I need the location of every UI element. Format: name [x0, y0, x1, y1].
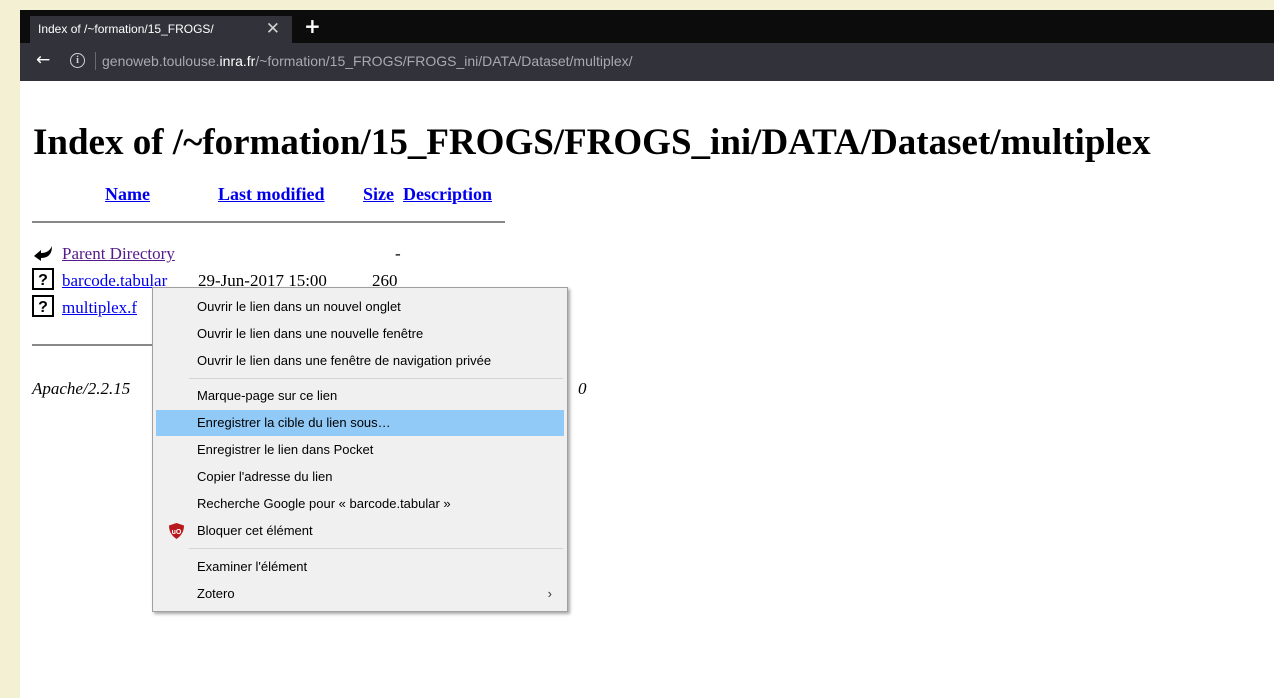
- menu-save-link-as[interactable]: Enregistrer la cible du lien sous…: [156, 410, 564, 436]
- url-prefix: genoweb.toulouse.: [102, 53, 220, 69]
- unknown-file-icon: ?: [32, 295, 54, 317]
- navigation-bar: ← i genoweb.toulouse.inra.fr/~formation/…: [20, 43, 1274, 81]
- url-path: /~formation/15_FROGS/FROGS_ini/DATA/Data…: [255, 53, 633, 69]
- header-rule: [32, 221, 505, 223]
- parent-directory-link[interactable]: Parent Directory: [62, 244, 175, 264]
- menu-open-private-window[interactable]: Ouvrir le lien dans une fenêtre de navig…: [156, 348, 564, 374]
- menu-separator: [189, 548, 563, 549]
- menu-bookmark-link[interactable]: Marque-page sur ce lien: [156, 383, 564, 409]
- menu-label: Enregistrer le lien dans Pocket: [197, 442, 374, 457]
- menu-label: Recherche Google pour « barcode.tabular …: [197, 496, 451, 511]
- chevron-right-icon: ›: [547, 586, 552, 601]
- url-host: inra.fr: [219, 53, 256, 69]
- svg-text:?: ?: [38, 299, 48, 316]
- menu-google-search[interactable]: Recherche Google pour « barcode.tabular …: [156, 491, 564, 517]
- url-separator: [95, 52, 96, 70]
- menu-open-new-window[interactable]: Ouvrir le lien dans une nouvelle fenêtre: [156, 321, 564, 347]
- server-signature-text: Apache/2.2.15: [32, 379, 131, 398]
- menu-label: Ouvrir le lien dans un nouvel onglet: [197, 299, 401, 314]
- url-bar[interactable]: genoweb.toulouse.inra.fr/~formation/15_F…: [102, 53, 633, 69]
- menu-label: Copier l'adresse du lien: [197, 469, 333, 484]
- menu-label: Bloquer cet élément: [197, 523, 313, 538]
- svg-text:uO: uO: [172, 529, 182, 536]
- menu-label: Zotero: [197, 586, 235, 601]
- site-info-icon[interactable]: i: [70, 53, 85, 68]
- back-icon: [34, 246, 52, 261]
- column-description-link[interactable]: Description: [403, 184, 492, 205]
- svg-text:?: ?: [38, 272, 48, 289]
- menu-label: Enregistrer la cible du lien sous…: [197, 415, 391, 430]
- menu-separator: [189, 378, 563, 379]
- menu-label: Examiner l'élément: [197, 559, 308, 574]
- unknown-file-icon: ?: [32, 268, 54, 290]
- server-signature-tail: 0: [578, 379, 587, 398]
- page-title: Index of /~formation/15_FROGS/FROGS_ini/…: [33, 122, 1151, 163]
- menu-block-element[interactable]: uO Bloquer cet élément: [156, 518, 564, 544]
- server-signature: Apache/2.2.15 0: [32, 379, 587, 399]
- menu-open-new-tab[interactable]: Ouvrir le lien dans un nouvel onglet: [156, 294, 564, 320]
- context-menu: Ouvrir le lien dans un nouvel onglet Ouv…: [152, 287, 568, 612]
- tab-title: Index of /~formation/15_FROGS/: [38, 22, 214, 36]
- menu-zotero[interactable]: Zotero ›: [156, 581, 564, 607]
- menu-label: Ouvrir le lien dans une fenêtre de navig…: [197, 353, 492, 368]
- back-button[interactable]: ←: [36, 50, 50, 70]
- menu-copy-link[interactable]: Copier l'adresse du lien: [156, 464, 564, 490]
- menu-inspect-element[interactable]: Examiner l'élément: [156, 554, 564, 580]
- new-tab-button[interactable]: +: [304, 14, 321, 38]
- menu-save-to-pocket[interactable]: Enregistrer le lien dans Pocket: [156, 437, 564, 463]
- tab-active[interactable]: Index of /~formation/15_FROGS/ ✕: [30, 16, 292, 43]
- column-last-modified-link[interactable]: Last modified: [218, 184, 325, 205]
- multiplex-file-link[interactable]: multiplex.f: [62, 298, 137, 318]
- column-size-link[interactable]: Size: [363, 184, 394, 205]
- parent-directory-size: -: [395, 244, 401, 263]
- tab-bar: Index of /~formation/15_FROGS/ ✕ +: [20, 10, 1274, 43]
- menu-label: Ouvrir le lien dans une nouvelle fenêtre: [197, 326, 424, 341]
- menu-label: Marque-page sur ce lien: [197, 388, 338, 403]
- column-name-link[interactable]: Name: [105, 184, 150, 205]
- close-tab-icon[interactable]: ✕: [266, 19, 280, 39]
- ublock-shield-icon: uO: [169, 523, 184, 539]
